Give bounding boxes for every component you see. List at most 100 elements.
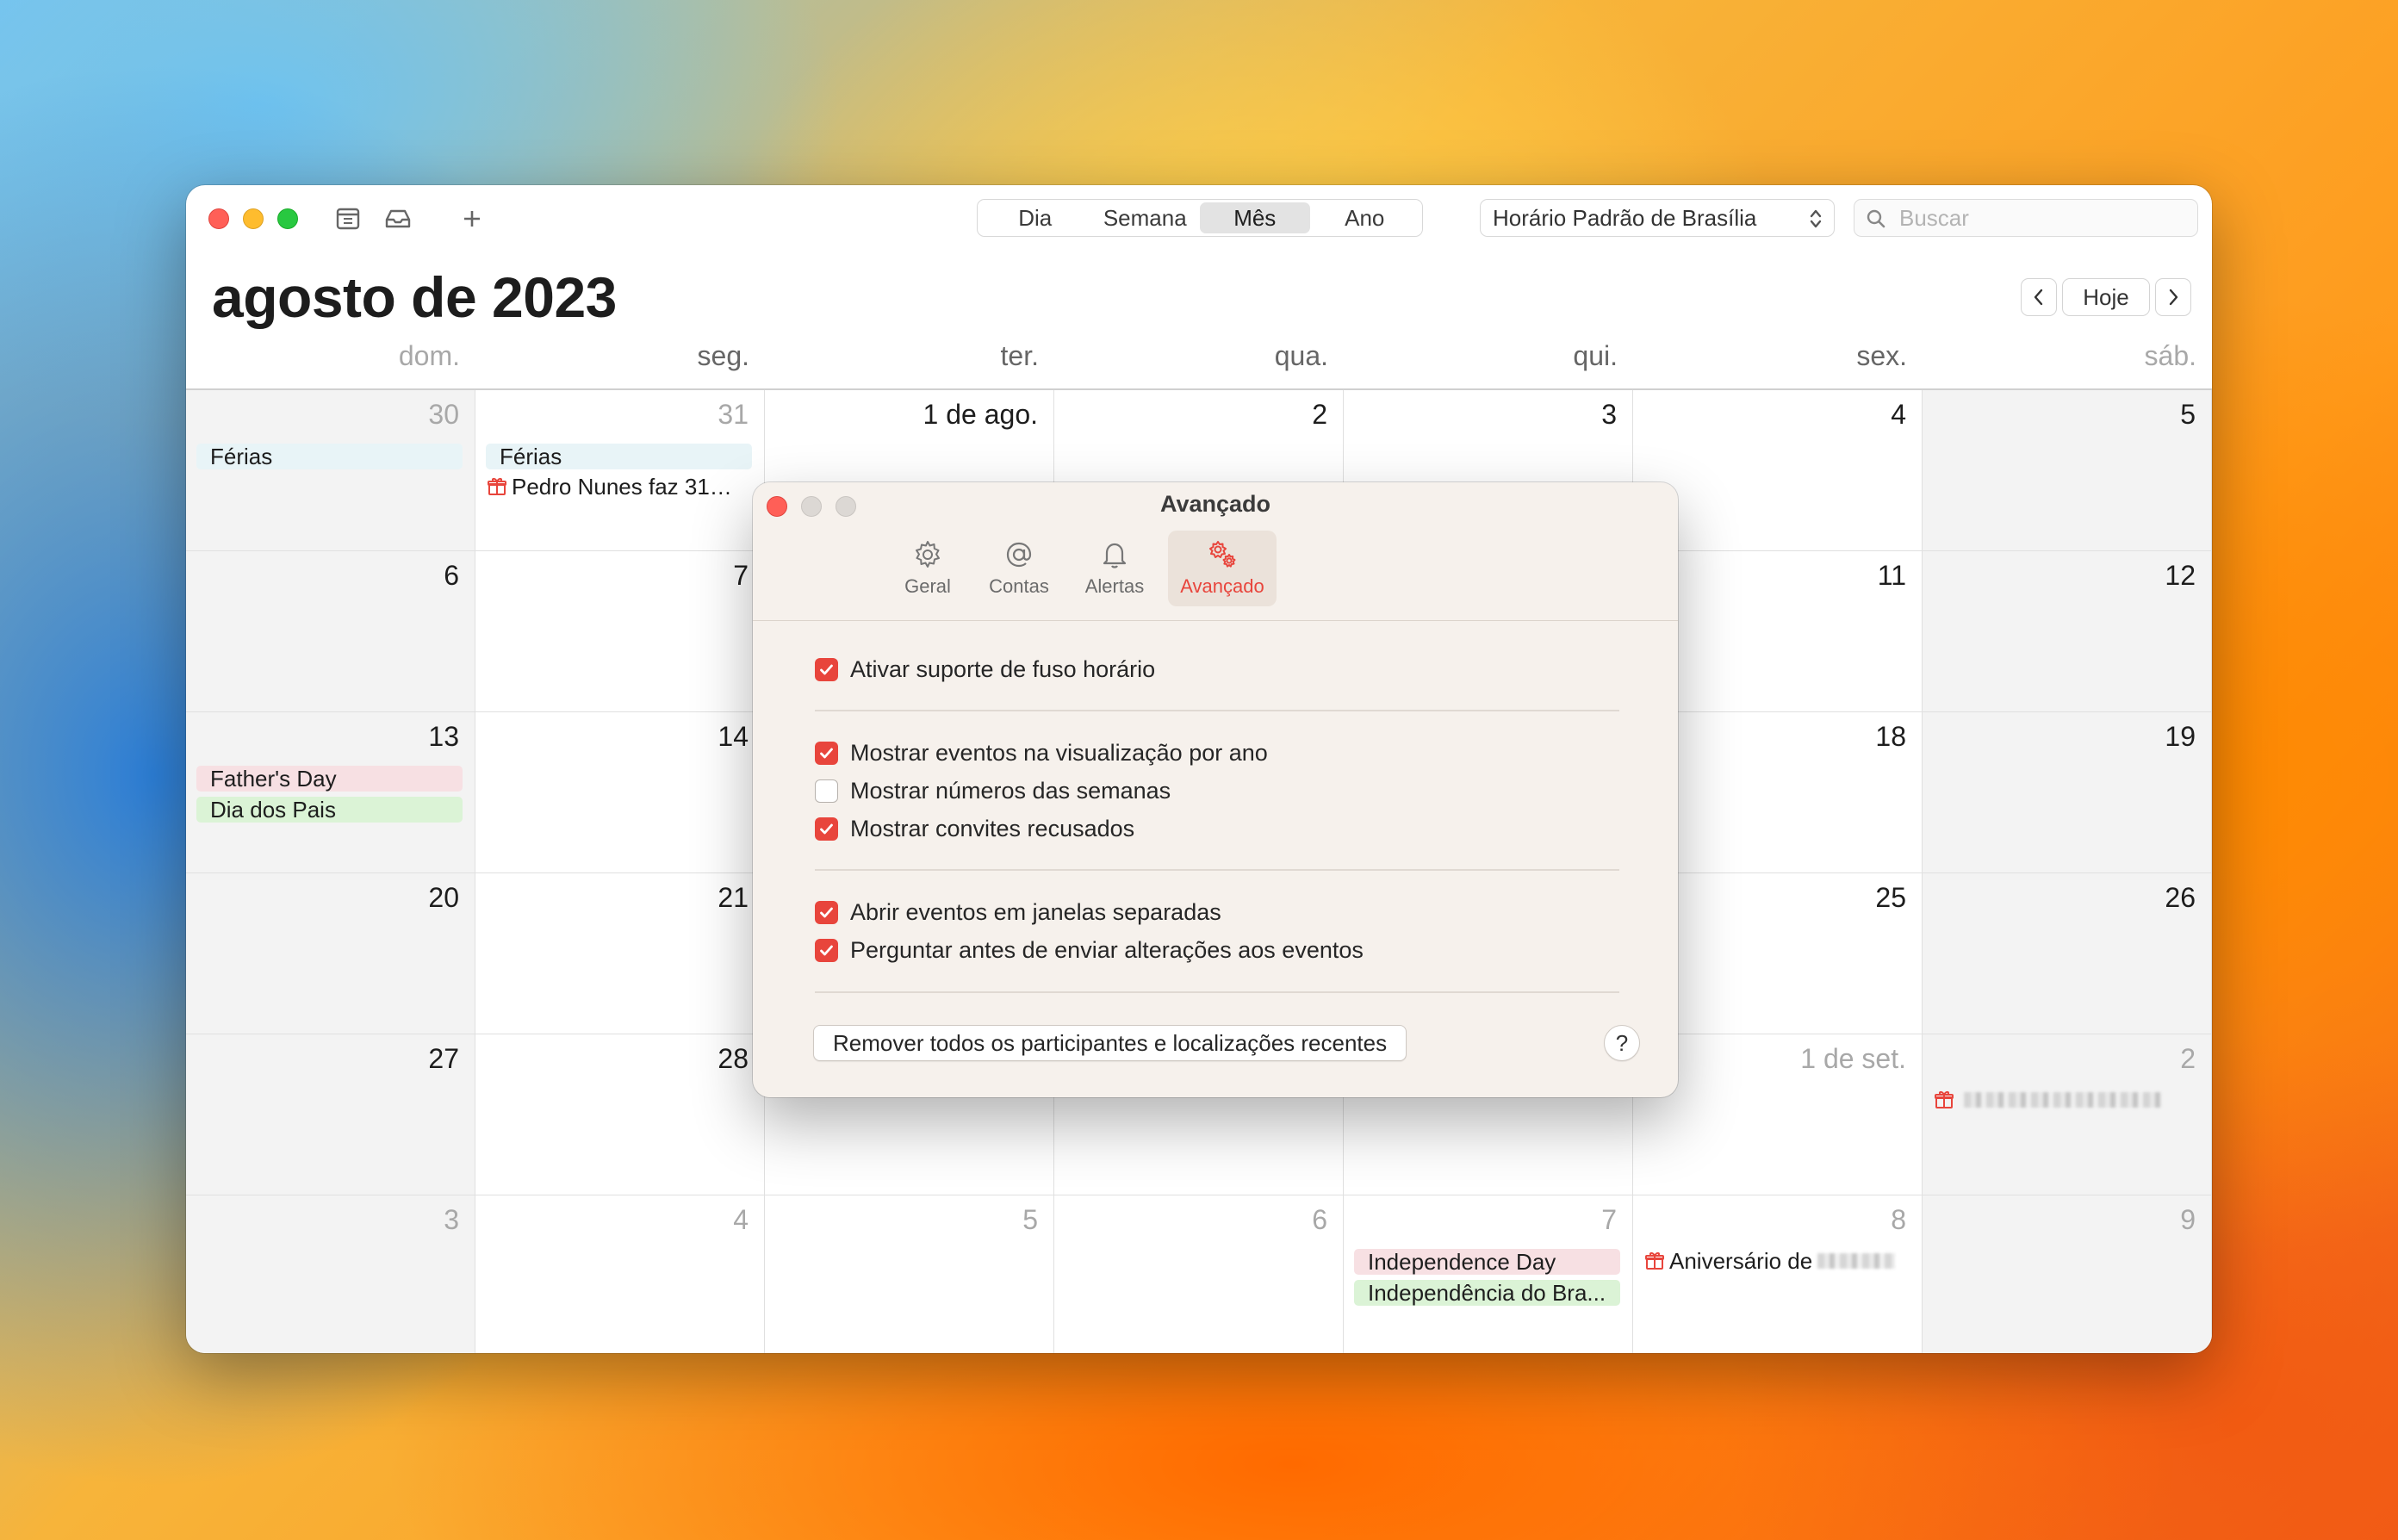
weekday-label: dom. [398, 340, 460, 371]
calendar-event[interactable]: Father's Day [196, 766, 463, 792]
chevron-updown-icon [1810, 209, 1822, 228]
day-cell[interactable]: 28 [475, 1034, 765, 1195]
day-cell[interactable]: 26 [1923, 873, 2212, 1034]
chevron-right-icon [2169, 289, 2178, 306]
day-cell[interactable]: 21 [475, 873, 765, 1034]
toolbar: Dia Semana Mês Ano Horário Padrão de Bra… [186, 185, 2212, 254]
view-month-tab[interactable]: Mês [1200, 202, 1310, 233]
help-button[interactable]: ? [1604, 1025, 1640, 1061]
day-cell[interactable]: 4 [475, 1195, 765, 1353]
tab-advanced-label: Avançado [1180, 575, 1264, 597]
day-number: 20 [428, 882, 459, 913]
day-cell[interactable]: 5 [1923, 390, 2212, 551]
calendar-event[interactable]: Férias [196, 444, 463, 469]
tab-general[interactable]: Geral [896, 531, 960, 606]
day-number: 2 [2180, 1043, 2196, 1074]
day-cell[interactable]: 6 [186, 551, 475, 712]
gear-icon [916, 541, 940, 568]
tab-advanced[interactable]: Avançado [1168, 531, 1277, 606]
checkbox-checked[interactable] [815, 900, 838, 924]
day-cell[interactable]: 13 Father's Day Dia dos Pais [186, 712, 475, 873]
calendar-event[interactable]: Férias [486, 444, 752, 469]
day-cell[interactable]: 14 [475, 712, 765, 873]
checkbox-unchecked[interactable] [815, 779, 838, 803]
view-switcher: Dia Semana Mês Ano [977, 199, 1423, 237]
gift-icon [1643, 1250, 1666, 1272]
option-separate-windows[interactable]: Abrir eventos em janelas separadas [815, 897, 1221, 927]
weekday-label: seg. [697, 340, 749, 371]
weekday-header: dom. seg. ter. qua. qui. sex. sáb. [186, 340, 2212, 373]
checkbox-checked[interactable] [815, 657, 838, 681]
minimize-window-button[interactable] [243, 208, 264, 229]
inbox-icon[interactable] [382, 204, 413, 233]
day-cell[interactable]: 27 [186, 1034, 475, 1195]
view-week-tab[interactable]: Semana [1090, 202, 1201, 233]
birthday-event[interactable]: Aniversário de [1643, 1247, 1913, 1275]
redacted-name [1817, 1253, 1896, 1269]
day-number: 14 [718, 721, 749, 752]
remove-recents-button[interactable]: Remover todos os participantes e localiz… [813, 1025, 1407, 1061]
day-cell[interactable]: 12 [1923, 551, 2212, 712]
option-declined-invites[interactable]: Mostrar convites recusados [815, 814, 1134, 843]
day-cell[interactable]: 9 [1923, 1195, 2212, 1353]
option-label: Perguntar antes de enviar alterações aos… [850, 936, 1364, 963]
day-cell[interactable]: 6 [1054, 1195, 1344, 1353]
weekday-label: ter. [1000, 340, 1039, 371]
timezone-select[interactable]: Horário Padrão de Brasília [1480, 199, 1835, 237]
gears-icon [1209, 541, 1236, 568]
calendar-list-icon[interactable] [332, 204, 363, 233]
tab-accounts[interactable]: Contas [984, 531, 1054, 606]
calendar-event[interactable]: Independência do Bra... [1354, 1280, 1620, 1306]
weekday-label: qua. [1274, 340, 1328, 371]
day-cell[interactable]: 31 Férias Pedro Nunes faz 31… [475, 390, 765, 551]
tab-alerts[interactable]: Alertas [1078, 531, 1151, 606]
dialog-title: Avançado [1159, 491, 1271, 517]
day-cell[interactable]: 20 [186, 873, 475, 1034]
day-cell[interactable]: 30 Férias [186, 390, 475, 551]
tab-accounts-label: Contas [989, 575, 1049, 597]
day-cell[interactable]: 2 [1923, 1034, 2212, 1195]
view-day-tab[interactable]: Dia [980, 202, 1090, 233]
search-field [1854, 199, 2198, 237]
zoom-window-button[interactable] [277, 208, 298, 229]
option-timezone-support[interactable]: Ativar suporte de fuso horário [815, 655, 1155, 684]
day-number: 3 [1601, 399, 1617, 430]
today-button[interactable]: Hoje [2062, 278, 2150, 316]
weekday-label: sáb. [2144, 340, 2196, 371]
option-label: Abrir eventos em janelas separadas [850, 898, 1221, 925]
day-cell[interactable]: 19 [1923, 712, 2212, 873]
checkbox-checked[interactable] [815, 741, 838, 765]
close-window-button[interactable] [208, 208, 229, 229]
calendar-event[interactable]: Independence Day [1354, 1249, 1620, 1275]
day-cell[interactable]: 7 Independence Day Independência do Bra... [1344, 1195, 1633, 1353]
next-month-button[interactable] [2155, 278, 2191, 316]
search-input[interactable] [1899, 204, 2184, 232]
day-number: 9 [2180, 1204, 2196, 1235]
preferences-dialog: Avançado Geral Contas Alertas Avançado A… [753, 482, 1678, 1097]
add-event-icon[interactable] [457, 204, 488, 233]
option-year-view-events[interactable]: Mostrar eventos na visualização por ano [815, 738, 1268, 767]
chevron-left-icon [2034, 289, 2043, 306]
day-cell[interactable]: 8 Aniversário de [1633, 1195, 1923, 1353]
day-number: 30 [428, 399, 459, 430]
calendar-event[interactable]: Dia dos Pais [196, 797, 463, 823]
day-number: 27 [428, 1043, 459, 1074]
option-week-numbers[interactable]: Mostrar números das semanas [815, 776, 1171, 805]
view-year-tab[interactable]: Ano [1310, 202, 1420, 233]
day-cell[interactable]: 5 [765, 1195, 1054, 1353]
option-ask-before-sending[interactable]: Perguntar antes de enviar alterações aos… [815, 935, 1364, 965]
day-number: 2 [1312, 399, 1327, 430]
day-cell[interactable]: 3 [186, 1195, 475, 1353]
previous-month-button[interactable] [2021, 278, 2057, 316]
birthday-event[interactable] [1933, 1086, 2202, 1114]
weekday-label: qui. [1573, 340, 1618, 371]
event-label: Pedro Nunes faz 31… [512, 473, 732, 500]
checkbox-checked[interactable] [815, 938, 838, 962]
section-divider [815, 991, 1619, 993]
day-number: 5 [1022, 1204, 1038, 1235]
day-number: 25 [1875, 882, 1906, 913]
checkbox-checked[interactable] [815, 817, 838, 841]
birthday-event[interactable]: Pedro Nunes faz 31… [486, 473, 755, 500]
day-number: 28 [718, 1043, 749, 1074]
day-cell[interactable]: 7 [475, 551, 765, 712]
